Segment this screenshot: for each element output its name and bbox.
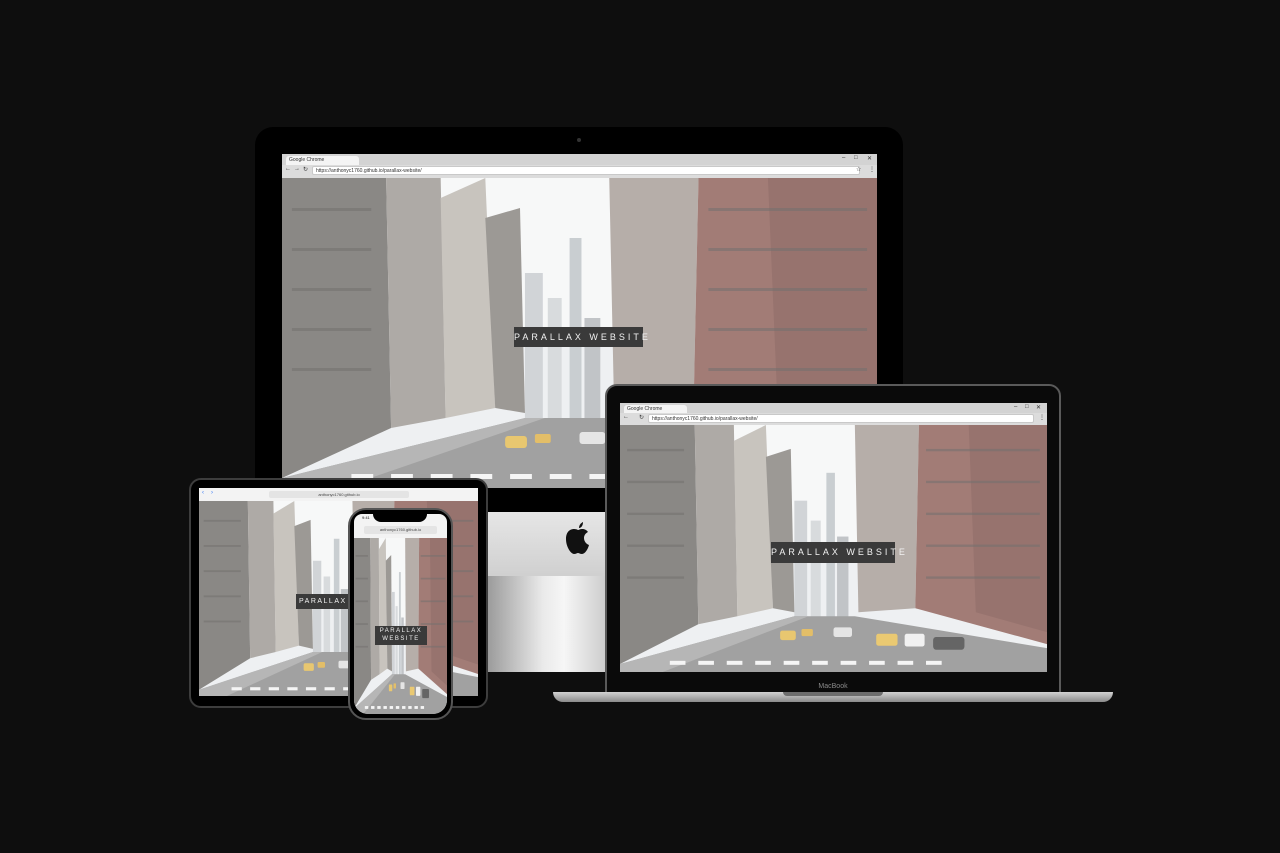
macbook-address-bar[interactable]: https://anthonyc1760.github.io/parallax-…: [648, 414, 1034, 423]
ipad-url-text: anthonyc1760.github.io: [318, 492, 360, 497]
close-icon[interactable]: ✕: [1036, 404, 1041, 411]
minimize-icon[interactable]: –: [842, 155, 845, 161]
iphone-safari-toolbar: anthonyc1760.github.io: [354, 522, 447, 538]
imac-browser-tab[interactable]: Google Chrome: [286, 156, 359, 165]
imac-camera: [577, 138, 581, 142]
maximize-icon[interactable]: □: [1025, 404, 1029, 410]
back-arrow-icon[interactable]: ←: [285, 166, 291, 172]
imac-tab-title: Google Chrome: [289, 157, 325, 163]
kebab-menu-icon[interactable]: ⋮: [869, 166, 875, 173]
bookmark-star-icon[interactable]: ☆: [856, 166, 861, 173]
imac-url-text: https://anthonyc1760.github.io/parallax-…: [316, 168, 422, 174]
macbook-tab-title: Google Chrome: [627, 406, 663, 412]
macbook-url-text: https://anthonyc1760.github.io/parallax-…: [652, 416, 758, 422]
iphone-notch: [373, 512, 427, 522]
reload-icon[interactable]: ↻: [303, 166, 308, 173]
kebab-menu-icon[interactable]: ⋮: [1039, 414, 1045, 421]
reload-icon[interactable]: ↻: [639, 414, 644, 421]
forward-arrow-icon[interactable]: ›: [211, 490, 213, 496]
back-arrow-icon[interactable]: ‹: [202, 490, 204, 496]
iphone-url-text: anthonyc1760.github.io: [379, 527, 422, 532]
back-arrow-icon[interactable]: ←: [623, 414, 629, 420]
iphone-clock: 9:41: [362, 515, 370, 520]
close-icon[interactable]: ✕: [867, 155, 872, 162]
forward-arrow-icon[interactable]: →: [294, 166, 300, 172]
macbook-chrome-window: Google Chrome – □ ✕ ← ↻ https://anthonyc…: [620, 403, 1047, 425]
macbook-hinge-notch: [783, 692, 883, 696]
macbook-browser-tab[interactable]: Google Chrome: [624, 405, 687, 413]
imac-hero-title: PARALLAX WEBSITE: [514, 327, 648, 347]
maximize-icon[interactable]: □: [854, 155, 858, 161]
iphone-hero-line-1: PARALLAX: [379, 628, 423, 634]
minimize-icon[interactable]: –: [1014, 404, 1017, 410]
ipad-safari-toolbar: ‹ › anthonyc1760.github.io: [199, 488, 478, 501]
iphone-hero-line-2: WEBSITE: [382, 636, 420, 642]
iphone-address-bar[interactable]: anthonyc1760.github.io: [364, 526, 437, 534]
ipad-address-bar[interactable]: anthonyc1760.github.io: [269, 491, 409, 498]
imac-address-bar[interactable]: https://anthonyc1760.github.io/parallax-…: [312, 166, 860, 175]
macbook-hero-title: PARALLAX WEBSITE: [771, 542, 905, 563]
ipad-hero-title: PARALLAX W: [296, 594, 353, 609]
macbook-brand-label: MacBook: [818, 683, 848, 690]
imac-chrome-window: Google Chrome – □ ✕ ← → ↻ https://anthon…: [282, 154, 877, 178]
apple-logo-icon: [566, 522, 589, 554]
iphone-hero-title: PARALLAX WEBSITE: [375, 626, 427, 645]
